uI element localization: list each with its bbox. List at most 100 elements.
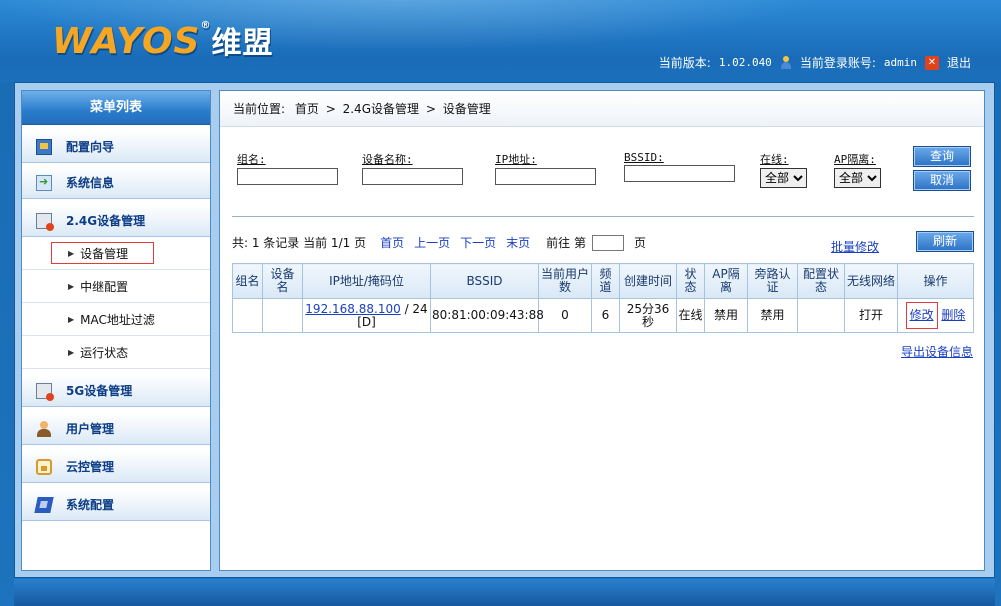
system-config-icon	[34, 496, 54, 513]
column-header: 设备名	[262, 263, 303, 299]
device-name-label: 设备名称:	[362, 153, 413, 166]
triangle-right-icon: ▶	[68, 347, 75, 357]
online-select[interactable]: 全部	[760, 168, 807, 188]
menu-group-label: 系统配置	[66, 498, 115, 512]
version-value: 1.02.040	[718, 56, 772, 69]
channel-cell: 6	[591, 298, 620, 333]
menu-group-user-management[interactable]: 用户管理	[22, 413, 210, 445]
users-cell: 0	[538, 298, 592, 333]
device-name-filter: 设备名称:	[362, 151, 463, 185]
logout-link[interactable]: 退出	[947, 54, 971, 71]
submenu-mac-filter[interactable]: ▶ MAC地址过滤	[22, 303, 210, 336]
column-header: 创建时间	[619, 263, 677, 299]
cancel-button[interactable]: 取消	[913, 170, 971, 191]
sidebar: 菜单列表 配置向导 系统信息 2.4G设备管理 ▶ 设备管理 ▶ 中继配置 ▶ …	[21, 90, 211, 571]
close-icon[interactable]: ✕	[924, 55, 939, 70]
ip-cell: 192.168.88.100 / 24 [D]	[302, 298, 431, 333]
table-header-row: 组名 设备名 IP地址/掩码位 BSSID 当前用户数 频道 创建时间 状态 A…	[232, 263, 974, 299]
record-summary: 共: 1 条记录 当前 1/1 页	[232, 236, 367, 250]
device-icon	[36, 212, 54, 231]
menu-group-24g-device[interactable]: 2.4G设备管理	[22, 205, 210, 237]
submenu-label: MAC地址过滤	[80, 312, 155, 327]
query-button[interactable]: 查询	[913, 146, 971, 167]
group-label: 组名:	[237, 153, 266, 166]
menu-group-label: 云控管理	[66, 460, 115, 474]
column-header: AP隔离	[704, 263, 748, 299]
column-header: 状态	[676, 263, 705, 299]
isolation-label: AP隔离:	[834, 153, 876, 166]
goto-page-input[interactable]	[591, 234, 624, 251]
next-page-link[interactable]: 下一页	[460, 234, 496, 251]
submenu-label: 中继配置	[80, 279, 129, 294]
ip-filter: IP地址:	[495, 151, 596, 185]
operation-cell: 修改 删除	[897, 298, 974, 333]
refresh-button[interactable]: 刷新	[916, 231, 974, 252]
version-label: 当前版本:	[658, 56, 711, 70]
batch-edit-link[interactable]: 批量修改	[831, 238, 879, 255]
menu-group-cloud-control[interactable]: 云控管理	[22, 451, 210, 483]
system-info-icon	[36, 174, 52, 191]
filter-form: 组名: 设备名称: IP地址: BSSID: 在线: 全部 AP隔离: 全部	[237, 151, 977, 195]
breadcrumb-home: 首页	[294, 102, 319, 116]
submenu-relay-config[interactable]: ▶ 中继配置	[22, 270, 210, 303]
edit-frame: 修改	[905, 302, 938, 329]
bssid-input[interactable]	[624, 165, 735, 182]
active-selection: ▶ 设备管理	[51, 242, 154, 264]
menu-group-config-wizard[interactable]: 配置向导	[22, 131, 210, 163]
breadcrumb: 当前位置: 首页 > 2.4G设备管理 > 设备管理	[220, 91, 984, 127]
menu-group-system-config[interactable]: 系统配置	[22, 489, 210, 521]
breadcrumb-separator: >	[325, 102, 336, 116]
online-filter: 在线: 全部	[760, 151, 807, 188]
group-filter: 组名:	[237, 151, 338, 185]
device-name-input[interactable]	[362, 168, 463, 185]
ip-tag: [D]	[357, 314, 376, 329]
menu-group-label: 配置向导	[66, 140, 115, 154]
edit-link[interactable]: 修改	[910, 308, 934, 322]
column-header: BSSID	[430, 263, 539, 299]
header-banner: WAYOS®维盟 当前版本: 1.02.040 当前登录账号: admin ✕ …	[0, 0, 1001, 82]
wizard-icon	[36, 138, 52, 155]
wayos-logo: WAYOS®维盟	[52, 18, 273, 62]
submenu-device-management[interactable]: ▶ 设备管理	[22, 237, 210, 270]
group-input[interactable]	[237, 168, 338, 185]
export-device-info-link[interactable]: 导出设备信息	[901, 343, 973, 360]
logo-registered-mark: ®	[200, 20, 212, 31]
triangle-right-icon: ▶	[68, 281, 75, 291]
main-panel: 当前位置: 首页 > 2.4G设备管理 > 设备管理 组名: 设备名称: IP地…	[219, 90, 985, 571]
last-page-link[interactable]: 末页	[506, 234, 530, 251]
menu-group-label: 系统信息	[66, 176, 115, 190]
bssid-cell: 80:81:00:09:43:88	[430, 298, 544, 333]
first-page-link[interactable]: 首页	[380, 234, 404, 251]
user-icon	[36, 420, 52, 437]
device-cell	[262, 298, 303, 333]
ip-link[interactable]: 192.168.88.100	[305, 302, 400, 316]
goto-prefix: 前往 第	[546, 236, 586, 250]
footer-bar	[14, 579, 995, 606]
config-status-cell	[797, 298, 845, 333]
bypass-cell: 禁用	[747, 298, 798, 333]
breadcrumb-prefix: 当前位置:	[233, 102, 286, 116]
ip-input[interactable]	[495, 168, 596, 185]
isolation-filter: AP隔离: 全部	[834, 151, 881, 188]
column-header: 组名	[232, 263, 263, 299]
group-cell	[232, 298, 263, 333]
user-icon	[780, 56, 792, 69]
cloud-lock-icon	[36, 458, 52, 475]
submenu-run-status[interactable]: ▶ 运行状态	[22, 336, 210, 369]
menu-group-system-info[interactable]: 系统信息	[22, 167, 210, 199]
submenu-label: 运行状态	[80, 345, 129, 360]
column-header: 频道	[591, 263, 620, 299]
isolation-select[interactable]: 全部	[834, 168, 881, 188]
menu-group-5g-device[interactable]: 5G设备管理	[22, 375, 210, 407]
column-header: 当前用户数	[538, 263, 592, 299]
column-header: IP地址/掩码位	[302, 263, 431, 299]
delete-link[interactable]: 删除	[941, 308, 965, 322]
isolation-cell: 禁用	[704, 298, 748, 333]
triangle-right-icon: ▶	[68, 314, 75, 324]
wireless-cell: 打开	[844, 298, 898, 333]
breadcrumb-page: 设备管理	[442, 102, 491, 116]
prev-page-link[interactable]: 上一页	[414, 234, 450, 251]
column-header: 无线网络	[844, 263, 898, 299]
online-label: 在线:	[760, 153, 789, 166]
breadcrumb-section: 2.4G设备管理	[342, 102, 419, 116]
